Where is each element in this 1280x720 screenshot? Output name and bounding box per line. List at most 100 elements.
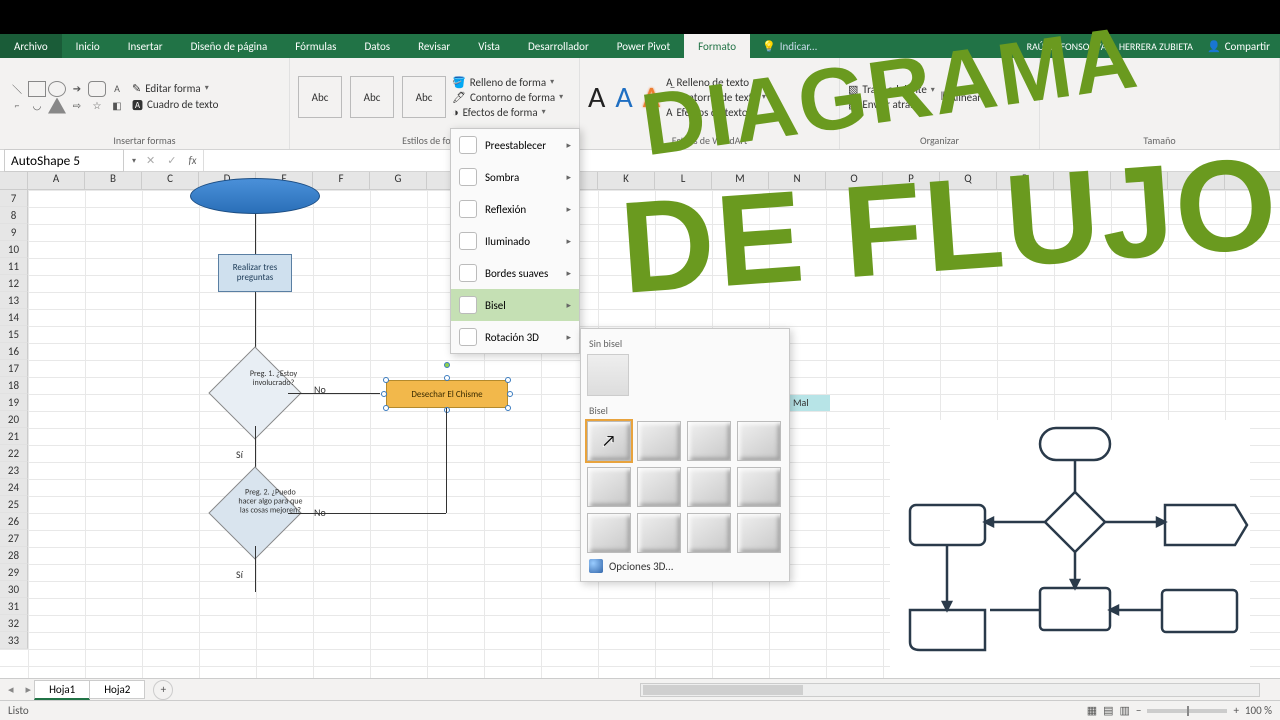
fx-chevron-icon[interactable]: ▾ [128, 156, 140, 166]
bevel-option-6[interactable] [637, 467, 681, 507]
shape-roundrect-icon[interactable] [88, 81, 106, 97]
style-preset-3[interactable]: Abc [402, 76, 446, 118]
col-A[interactable]: A [28, 172, 85, 189]
tab-file[interactable]: Archivo [0, 34, 62, 58]
zoom-in-button[interactable]: + [1233, 704, 1238, 717]
text-box-button[interactable]: 🅰Cuadro de texto [132, 97, 218, 113]
tab-vista[interactable]: Vista [464, 34, 514, 58]
row-header-8[interactable]: 8 [0, 207, 28, 224]
sheet-nav-next-icon[interactable]: ▸ [22, 683, 36, 696]
menu-item-preset[interactable]: Preestablecer▸ [451, 129, 579, 161]
fx-enter-icon[interactable]: ✓ [161, 154, 182, 167]
sheet-nav-prev-icon[interactable]: ◂ [0, 683, 22, 696]
bevel-option-10[interactable] [637, 513, 681, 553]
col-B[interactable]: B [85, 172, 142, 189]
sheet-tab-hoja1[interactable]: Hoja1 [34, 680, 90, 700]
row-header-33[interactable]: 33 [0, 632, 28, 649]
shape-connector-icon[interactable]: ⌐ [8, 98, 26, 114]
zoom-slider[interactable] [1147, 709, 1227, 713]
row-header-30[interactable]: 30 [0, 581, 28, 598]
style-preset-2[interactable]: Abc [350, 76, 394, 118]
shape-arrow-icon[interactable]: ➔ [68, 81, 86, 97]
bevel-option-2[interactable] [637, 421, 681, 461]
view-normal-icon[interactable]: ▦ [1087, 704, 1097, 717]
tab-revisar[interactable]: Revisar [404, 34, 464, 58]
row-header-27[interactable]: 27 [0, 530, 28, 547]
tab-datos[interactable]: Datos [350, 34, 404, 58]
resize-handle[interactable] [505, 405, 511, 411]
fx-icon[interactable]: fx [182, 154, 202, 167]
add-sheet-button[interactable]: + [153, 680, 173, 700]
row-header-17[interactable]: 17 [0, 360, 28, 377]
row-header-15[interactable]: 15 [0, 326, 28, 343]
select-all-triangle[interactable] [0, 172, 28, 189]
row-header-23[interactable]: 23 [0, 462, 28, 479]
tab-formato[interactable]: Formato [684, 34, 750, 58]
bevel-option-7[interactable] [687, 467, 731, 507]
menu-item-soft-edges[interactable]: Bordes suaves▸ [451, 257, 579, 289]
col-F[interactable]: F [313, 172, 370, 189]
flowchart-process-selected[interactable]: Desechar El Chisme [386, 380, 508, 408]
shape-style-gallery[interactable]: Abc Abc Abc [298, 76, 446, 118]
row-header-21[interactable]: 21 [0, 428, 28, 445]
row-header-24[interactable]: 24 [0, 479, 28, 496]
resize-handle[interactable] [444, 407, 450, 413]
row-header-10[interactable]: 10 [0, 241, 28, 258]
row-header-20[interactable]: 20 [0, 411, 28, 428]
bevel-option-8[interactable] [737, 467, 781, 507]
row-header-31[interactable]: 31 [0, 598, 28, 615]
col-G[interactable]: G [370, 172, 427, 189]
wordart-preset-1[interactable]: A [588, 79, 605, 116]
tab-insertar[interactable]: Insertar [114, 34, 177, 58]
row-header-7[interactable]: 7 [0, 190, 28, 207]
row-header-14[interactable]: 14 [0, 309, 28, 326]
menu-item-bevel[interactable]: Bisel▸ [451, 289, 579, 321]
flowchart-process-preguntas[interactable]: Realizar tres preguntas [218, 254, 292, 292]
row-header-19[interactable]: 19 [0, 394, 28, 411]
row-header-29[interactable]: 29 [0, 564, 28, 581]
tab-desarrollador[interactable]: Desarrollador [514, 34, 603, 58]
bevel-option-3[interactable] [687, 421, 731, 461]
menu-item-shadow[interactable]: Sombra▸ [451, 161, 579, 193]
zoom-percent[interactable]: 100 % [1245, 704, 1272, 717]
bevel-option-9[interactable] [587, 513, 631, 553]
row-header-13[interactable]: 13 [0, 292, 28, 309]
resize-handle[interactable] [507, 391, 513, 397]
shape-callout-icon[interactable]: ◧ [108, 98, 126, 114]
menu-item-3d-rotation[interactable]: Rotación 3D▸ [451, 321, 579, 353]
bevel-option-none[interactable] [587, 354, 629, 396]
resize-handle[interactable] [383, 405, 389, 411]
name-box[interactable] [4, 149, 124, 172]
flowchart-start-ellipse[interactable] [190, 178, 320, 214]
resize-handle[interactable] [505, 377, 511, 383]
share-button[interactable]: 👤 Compartir [1197, 34, 1280, 58]
row-header-11[interactable]: 11 [0, 258, 28, 275]
shape-triangle-icon[interactable] [48, 98, 66, 114]
shape-rect-icon[interactable] [28, 81, 46, 97]
resize-handle[interactable] [383, 377, 389, 383]
bevel-option-12[interactable] [737, 513, 781, 553]
fx-cancel-icon[interactable]: ✕ [140, 154, 161, 167]
shapes-gallery[interactable]: ＼ ➔ A ⌐ ◡ ⇨ ☆ ◧ [8, 81, 126, 114]
tab-diseno[interactable]: Diseño de página [177, 34, 282, 58]
shape-ellipse-icon[interactable] [48, 81, 66, 97]
shape-textbox-icon[interactable]: A [108, 81, 126, 97]
scrollbar-thumb[interactable] [643, 685, 803, 695]
row-header-12[interactable]: 12 [0, 275, 28, 292]
wordart-preset-2[interactable]: A [615, 79, 632, 116]
shape-arrowblock-icon[interactable]: ⇨ [68, 98, 86, 114]
view-pagebreak-icon[interactable]: ▥ [1120, 704, 1130, 717]
row-header-32[interactable]: 32 [0, 615, 28, 632]
view-pagelayout-icon[interactable]: ▤ [1103, 704, 1113, 717]
shape-curve-icon[interactable]: ◡ [28, 98, 46, 114]
resize-handle[interactable] [444, 375, 450, 381]
bevel-option-1[interactable] [587, 421, 631, 461]
menu-item-reflection[interactable]: Reflexión▸ [451, 193, 579, 225]
style-preset-1[interactable]: Abc [298, 76, 342, 118]
bevel-option-5[interactable] [587, 467, 631, 507]
row-header-25[interactable]: 25 [0, 496, 28, 513]
tab-powerpivot[interactable]: Power Pivot [603, 34, 684, 58]
horizontal-scrollbar[interactable] [640, 683, 1260, 697]
shape-line-icon[interactable]: ＼ [8, 81, 26, 97]
bevel-option-4[interactable] [737, 421, 781, 461]
